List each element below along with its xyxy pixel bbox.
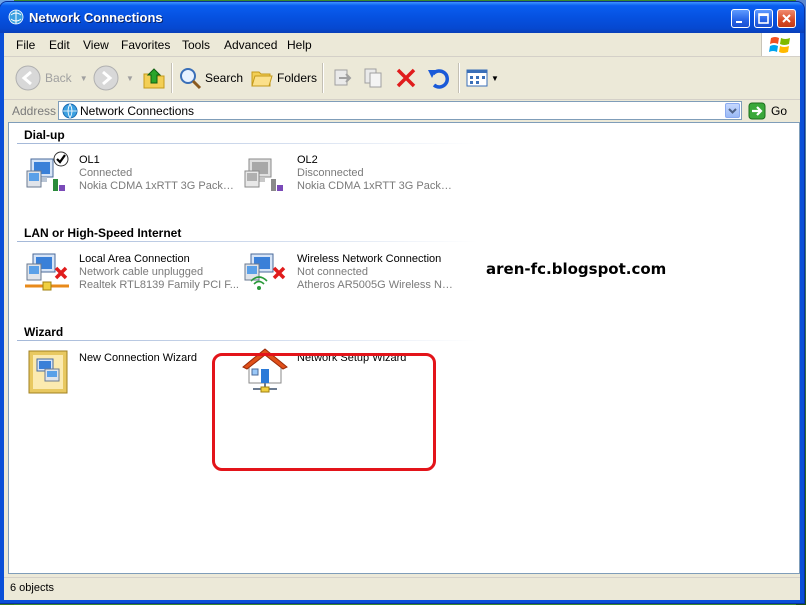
undo-button[interactable] [426, 63, 450, 93]
back-arrow-icon [15, 65, 41, 91]
new-connection-wizard-icon [28, 350, 68, 394]
lan-unplugged-icon [25, 253, 69, 291]
group-divider [17, 340, 477, 341]
wizard-name: New Connection Wizard [79, 352, 197, 364]
search-label: Search [205, 71, 244, 85]
up-button[interactable] [141, 63, 167, 93]
menu-help[interactable]: Help [287, 38, 312, 52]
menu-tools[interactable]: Tools [182, 38, 210, 52]
go-button[interactable]: Go [748, 102, 787, 120]
menu-view[interactable]: View [83, 38, 109, 52]
toolbar-separator [322, 63, 324, 93]
connection-ol1[interactable]: OL1 Connected Nokia CDMA 1xRTT 3G Packet… [13, 149, 239, 205]
go-arrow-icon [748, 102, 766, 120]
toolbar-separator [458, 63, 460, 93]
group-title-dialup: Dial-up [24, 128, 65, 142]
address-input[interactable]: Network Connections [58, 101, 742, 120]
views-button[interactable]: ▼ [465, 63, 499, 93]
back-button[interactable]: Back ▼ [14, 63, 88, 93]
folder-up-icon [143, 68, 165, 89]
connection-status: Not connected [297, 266, 368, 278]
connection-device: Nokia CDMA 1xRTT 3G Packet ... [79, 180, 239, 192]
search-icon [180, 68, 202, 90]
connection-status: Network cable unplugged [79, 266, 204, 278]
address-value: Network Connections [80, 104, 195, 118]
wizard-new-connection[interactable]: New Connection Wizard [13, 347, 233, 403]
status-bar: 6 objects [4, 577, 800, 600]
connection-ol2[interactable]: OL2 Disconnected Nokia CDMA 1xRTT 3G Pac… [231, 149, 457, 205]
move-to-icon [334, 69, 352, 86]
connection-device: Nokia CDMA 1xRTT 3G Packet ... [297, 180, 457, 192]
connection-name: Wireless Network Connection [297, 253, 442, 265]
delete-button[interactable] [394, 63, 418, 93]
connection-wireless[interactable]: Wireless Network Connection Not connecte… [231, 248, 457, 304]
group-title-lan: LAN or High-Speed Internet [24, 226, 182, 240]
group-divider [17, 143, 477, 144]
wireless-not-connected-icon [244, 253, 286, 290]
group-title-wizard: Wizard [24, 325, 64, 339]
copy-to-icon [364, 68, 382, 88]
address-label: Address [12, 104, 57, 118]
highlight-annotation-box [212, 353, 436, 471]
move-to-button[interactable] [330, 63, 354, 93]
folders-label: Folders [277, 71, 318, 85]
toolbar-separator [171, 63, 173, 93]
forward-button[interactable]: ▼ [92, 63, 134, 93]
dialup-connected-icon [26, 151, 69, 191]
views-icon [466, 69, 488, 87]
connection-name: OL1 [79, 154, 100, 166]
connection-name: OL2 [297, 154, 318, 166]
maximize-icon [758, 13, 769, 24]
search-button[interactable]: Search [178, 63, 243, 93]
close-button[interactable] [777, 9, 796, 28]
toolbar: Back ▼ ▼ Search Folders ▼ [4, 57, 800, 100]
connection-name: Local Area Connection [79, 253, 190, 265]
watermark-text: aren-fc.blogspot.com [486, 260, 667, 278]
back-dropdown-icon[interactable]: ▼ [80, 74, 88, 83]
copy-to-button[interactable] [362, 63, 386, 93]
windows-flag-icon [769, 37, 790, 53]
forward-dropdown-icon[interactable]: ▼ [126, 74, 134, 83]
undo-icon [428, 69, 449, 89]
dialup-disconnected-icon [244, 158, 283, 191]
menu-favorites[interactable]: Favorites [121, 38, 170, 52]
minimize-button[interactable] [731, 9, 750, 28]
connection-local-area[interactable]: Local Area Connection Network cable unpl… [13, 248, 239, 304]
connection-status: Disconnected [297, 167, 364, 179]
status-text: 6 objects [10, 582, 55, 594]
explorer-window: Network Connections File Edit View Favor… [0, 2, 804, 603]
folders-icon [251, 71, 273, 87]
menu-advanced[interactable]: Advanced [224, 38, 277, 52]
folders-button[interactable]: Folders [250, 63, 317, 93]
back-label: Back [45, 71, 72, 85]
window-title: Network Connections [29, 10, 163, 25]
maximize-button[interactable] [754, 9, 773, 28]
menu-file[interactable]: File [16, 38, 35, 52]
network-connections-icon [8, 9, 24, 25]
connection-status: Connected [79, 167, 133, 179]
delete-icon [396, 68, 416, 88]
address-bar: Address Network Connections Go [4, 100, 800, 122]
go-label: Go [771, 104, 788, 118]
window-client: File Edit View Favorites Tools Advanced … [4, 33, 800, 600]
windows-logo [761, 33, 800, 56]
connection-device: Realtek RTL8139 Family PCI F... [79, 279, 239, 291]
views-dropdown-icon[interactable]: ▼ [491, 74, 499, 83]
chevron-down-icon [728, 108, 737, 114]
connection-device: Atheros AR5005G Wireless Ne... [297, 279, 457, 291]
forward-arrow-icon [93, 65, 119, 91]
address-dropdown-button[interactable] [725, 103, 740, 118]
group-divider [17, 241, 477, 242]
network-globe-icon [62, 103, 78, 119]
title-bar[interactable]: Network Connections [0, 2, 804, 33]
close-icon [782, 14, 791, 23]
menu-edit[interactable]: Edit [49, 38, 70, 52]
menu-bar: File Edit View Favorites Tools Advanced … [4, 33, 800, 57]
connections-list: Dial-up OL1 Connected Nokia CDMA 1xRTT 3… [8, 122, 800, 574]
minimize-icon [736, 21, 742, 23]
